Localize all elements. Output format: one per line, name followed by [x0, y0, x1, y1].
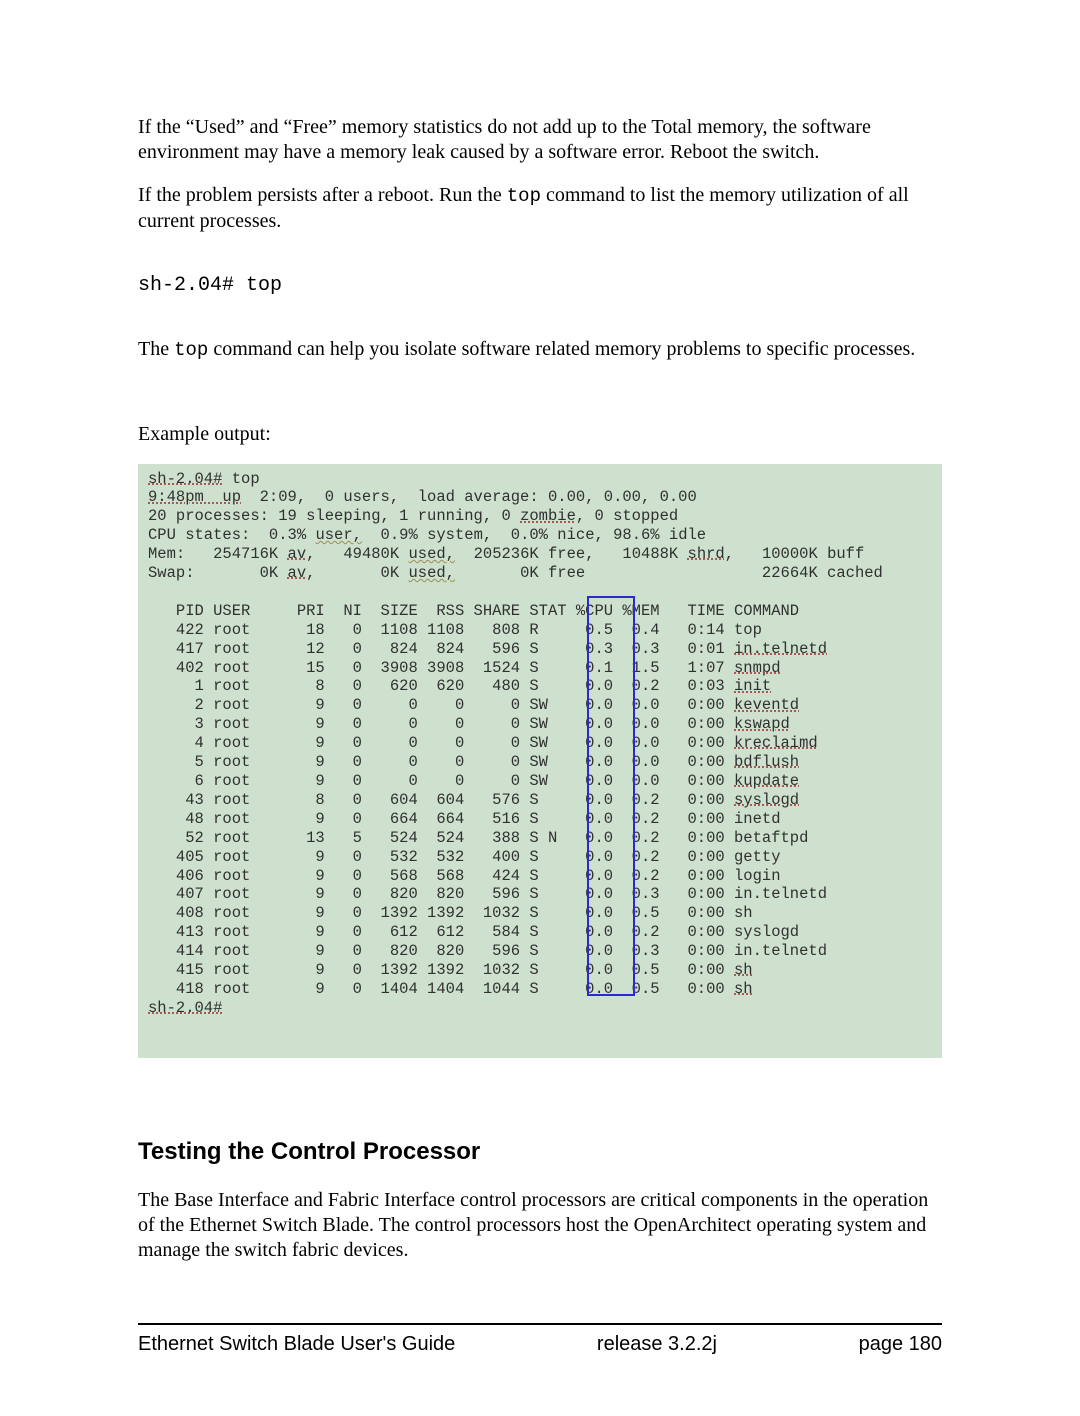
example-output-label: Example output:	[138, 423, 942, 446]
mem-column-highlight	[587, 596, 635, 996]
terminal-output: sh-2.04# top 9:48pm up 2:09, 0 users, lo…	[138, 464, 942, 1058]
paragraph-run-top: If the problem persists after a reboot. …	[138, 183, 942, 234]
paragraph-memory-leak: If the “Used” and “Free” memory statisti…	[138, 115, 942, 165]
text-segment: If the problem persists after a reboot. …	[138, 184, 507, 206]
inline-command-top: top	[174, 339, 208, 361]
command-line-block: sh-2.04# top	[138, 274, 942, 297]
text-segment: The	[138, 338, 174, 360]
page-footer: Ethernet Switch Blade User's Guide relea…	[138, 1323, 942, 1356]
footer-page-number: page 180	[859, 1333, 942, 1356]
paragraph-control-processor: The Base Interface and Fabric Interface …	[138, 1188, 942, 1263]
paragraph-top-explain: The top command can help you isolate sof…	[138, 337, 942, 363]
footer-doc-title: Ethernet Switch Blade User's Guide	[138, 1333, 455, 1356]
heading-testing-control-processor: Testing the Control Processor	[138, 1138, 942, 1166]
text-segment: command can help you isolate software re…	[208, 338, 915, 360]
footer-release: release 3.2.2j	[597, 1333, 717, 1356]
inline-command-top: top	[507, 185, 541, 207]
